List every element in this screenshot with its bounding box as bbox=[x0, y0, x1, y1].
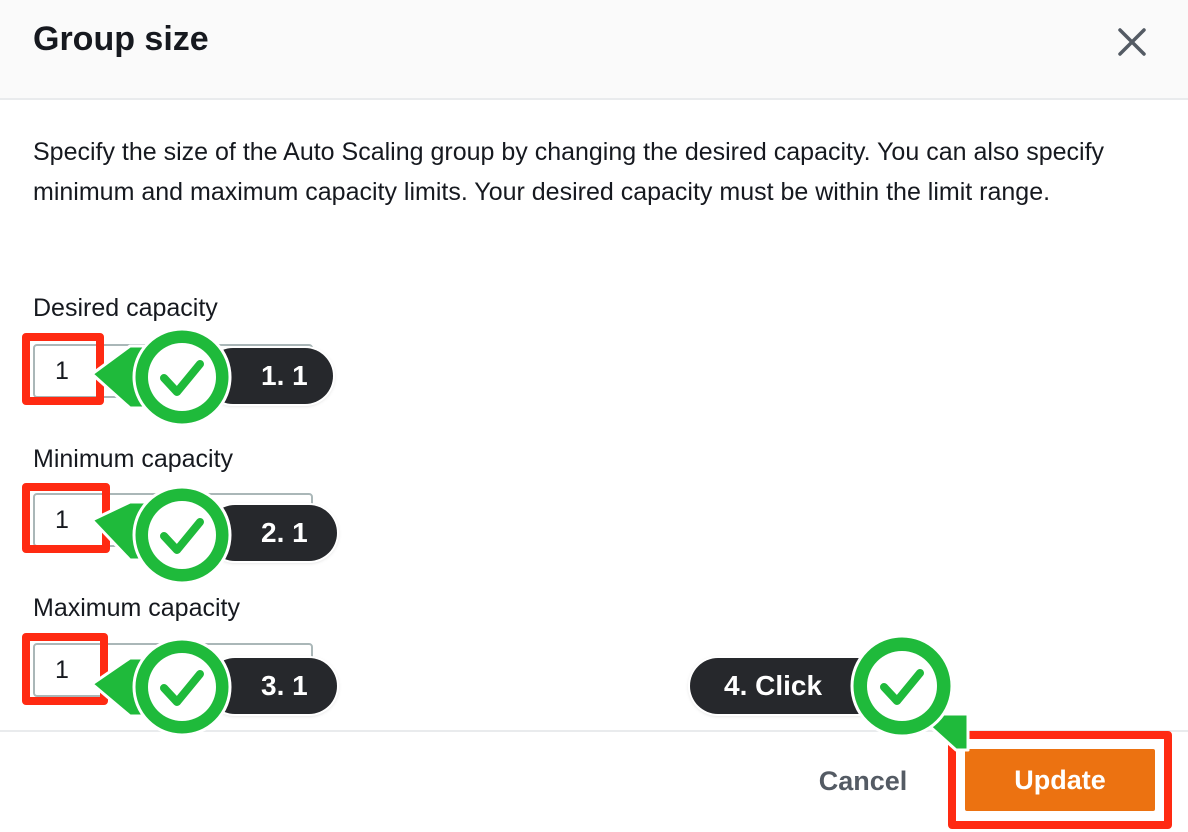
dialog-header: Group size bbox=[0, 0, 1188, 100]
minimum-capacity-label: Minimum capacity bbox=[33, 445, 234, 473]
step-2-callout bbox=[90, 485, 232, 585]
close-icon bbox=[1118, 28, 1146, 56]
step-4-callout bbox=[850, 634, 970, 752]
step-3-label: 3. 1 bbox=[261, 670, 308, 701]
step-4-label: 4. Click bbox=[724, 670, 823, 701]
step-3-callout bbox=[90, 637, 232, 737]
step-1-callout bbox=[90, 327, 232, 427]
close-button[interactable] bbox=[1110, 20, 1154, 64]
step-1-label: 1. 1 bbox=[261, 360, 308, 391]
maximum-capacity-label: Maximum capacity bbox=[33, 594, 240, 622]
dialog-description: Specify the size of the Auto Scaling gro… bbox=[33, 138, 1105, 206]
cancel-button[interactable]: Cancel bbox=[808, 756, 918, 806]
dialog-title: Group size bbox=[33, 20, 209, 58]
step-2-label: 2. 1 bbox=[261, 517, 308, 548]
desired-capacity-label: Desired capacity bbox=[33, 294, 218, 322]
update-button[interactable]: Update bbox=[965, 749, 1155, 811]
